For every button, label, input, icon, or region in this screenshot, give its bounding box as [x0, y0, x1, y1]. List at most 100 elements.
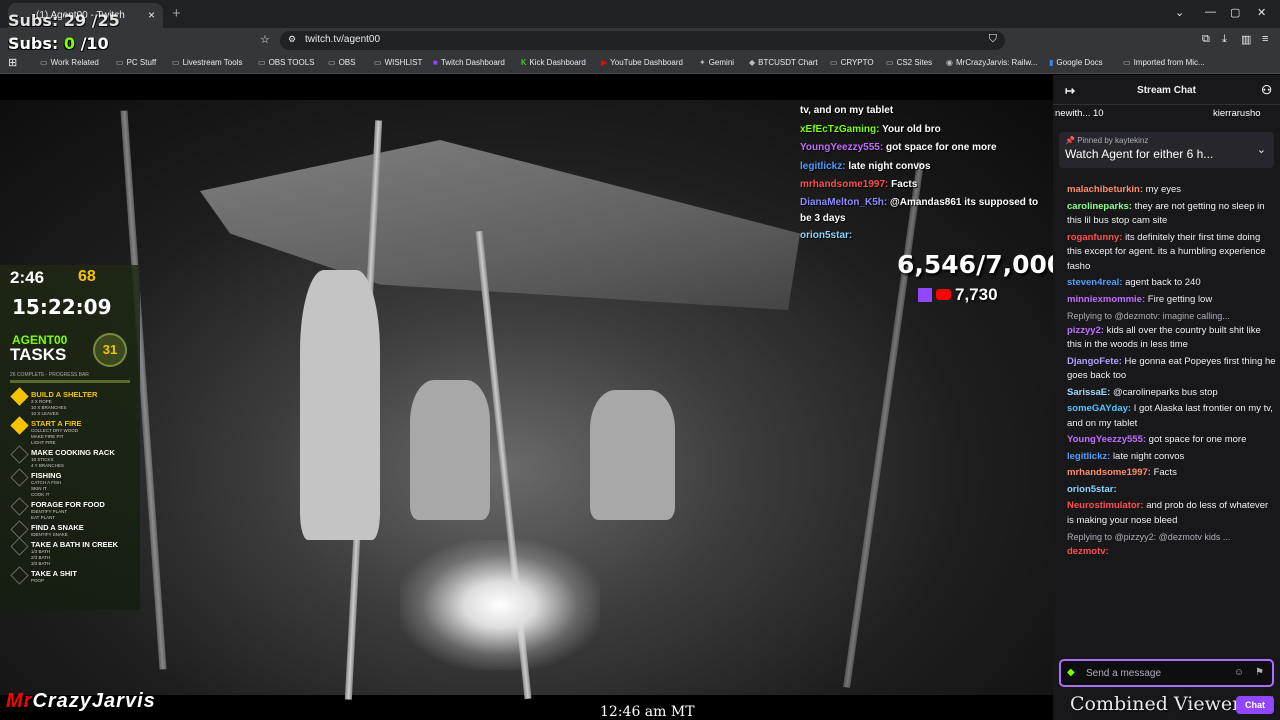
- chat-username[interactable]: roganfunny:: [1067, 232, 1122, 243]
- overlay-chat-user: xEfEcTzGaming:: [800, 123, 880, 135]
- chat-message[interactable]: steven4real: agent back to 240: [1067, 276, 1277, 291]
- shelter-roof: [200, 140, 800, 310]
- menu-icon[interactable]: ≡: [1262, 33, 1268, 45]
- chat-username[interactable]: mrhandsome1997:: [1067, 467, 1151, 478]
- chat-message[interactable]: carolineparks: they are not getting no s…: [1067, 200, 1277, 229]
- bookmark-work[interactable]: ▭ Work Related: [40, 58, 99, 67]
- chat-message[interactable]: orion5star:: [1067, 483, 1277, 498]
- chat-message[interactable]: SarissaE: @carolineparks bus stop: [1067, 386, 1277, 401]
- chat-text: late night convos: [1112, 450, 1185, 462]
- chat-username[interactable]: someGAYday:: [1067, 403, 1131, 414]
- task-diamond-icon: [10, 497, 29, 516]
- task-title: START A FIRE: [31, 419, 82, 428]
- chat-username[interactable]: SarissaE:: [1067, 387, 1110, 398]
- brave-shield-icon[interactable]: ⛉: [989, 33, 997, 46]
- bookmark-kick-dash[interactable]: K Kick Dashboard: [521, 58, 586, 67]
- chat-username[interactable]: malachibeturkin:: [1067, 184, 1143, 195]
- chat-message[interactable]: legitlickz: late night convos: [1067, 450, 1277, 465]
- sidebar-icon[interactable]: ▥: [1241, 33, 1251, 46]
- chat-header: ↦ Stream Chat ⚇: [1053, 75, 1280, 105]
- kick-icon: K: [521, 58, 527, 67]
- bookmark-obs-tools[interactable]: ▭ OBS TOOLS: [258, 58, 315, 67]
- new-tab-icon[interactable]: +: [172, 5, 181, 22]
- maximize-icon[interactable]: ▢: [1230, 6, 1240, 19]
- emote-icon[interactable]: ☺: [1234, 667, 1244, 678]
- task-item: MAKE COOKING RACK 10 STICKS 4 Y BRANCHES: [10, 445, 138, 469]
- chat-username[interactable]: Neurostimulator:: [1067, 500, 1144, 511]
- users-icon[interactable]: ⚇: [1261, 83, 1272, 97]
- bookmark-gemini[interactable]: ✦ Gemini: [699, 58, 734, 67]
- chat-username[interactable]: carolineparks:: [1067, 201, 1132, 212]
- collapse-chat-icon[interactable]: ↦: [1065, 84, 1075, 98]
- bookmark-twitch-dash[interactable]: ■ Twitch Dashboard: [433, 58, 505, 67]
- chevron-down-icon[interactable]: ⌄: [1257, 143, 1266, 156]
- apps-grid-icon[interactable]: ⊞: [8, 56, 17, 69]
- url-field[interactable]: ⚙ twitch.tv/agent00 ⛉: [280, 31, 1005, 50]
- brand-mr: Mr: [6, 690, 33, 712]
- twitch-icon: ■: [433, 58, 438, 67]
- chat-username[interactable]: DjangoFete:: [1067, 356, 1122, 367]
- task-diamond-icon: [10, 566, 29, 585]
- overlay-chat-line: tv, and on my tablet: [800, 102, 1050, 121]
- subs-count: 0: [63, 34, 75, 53]
- bookmark-google-docs[interactable]: ▮ Google Docs: [1049, 58, 1103, 67]
- chat-message[interactable]: malachibeturkin: my eyes: [1067, 183, 1277, 198]
- reply-context[interactable]: Replying to @pizzyy2: @dezmotv kids ...: [1067, 530, 1277, 545]
- reply-context[interactable]: Replying to @dezmotv: imagine calling...: [1067, 309, 1277, 324]
- chat-username[interactable]: minniexmommie:: [1067, 294, 1145, 305]
- bookmark-imported[interactable]: ▭ Imported from Mic...: [1123, 58, 1205, 67]
- day-badge: 31: [93, 333, 127, 367]
- badge-icon[interactable]: ◆: [1067, 667, 1075, 678]
- task-title: FORAGE FOR FOOD: [31, 500, 105, 509]
- close-tab-icon[interactable]: ×: [148, 8, 155, 22]
- chat-username[interactable]: steven4real:: [1067, 277, 1122, 288]
- download-icon[interactable]: ⤓: [1222, 33, 1227, 46]
- bookmark-btc[interactable]: ◆ BTCUSDT Chart: [749, 58, 818, 67]
- bookmark-pc[interactable]: ▭ PC Stuff: [116, 58, 156, 67]
- chat-message[interactable]: mrhandsome1997: Facts: [1067, 466, 1277, 481]
- bookmark-crypto[interactable]: ▭ CRYPTO: [830, 58, 874, 67]
- chat-username[interactable]: pizzyy2:: [1067, 325, 1104, 336]
- chat-message[interactable]: Neurostimulator: and prob do less of wha…: [1067, 499, 1277, 528]
- chat-username[interactable]: dezmotv:: [1067, 546, 1109, 557]
- chat-send-button[interactable]: Chat: [1236, 696, 1274, 714]
- bits-icon[interactable]: ⚑: [1255, 667, 1264, 678]
- chat-message[interactable]: someGAYday: I got Alaska last frontier o…: [1067, 402, 1277, 431]
- chat-message[interactable]: minniexmommie: Fire getting low: [1067, 293, 1277, 308]
- stream-video[interactable]: tv, and on my tablet xEfEcTzGaming: Your…: [0, 75, 1053, 720]
- chat-username[interactable]: YoungYeezzy555:: [1067, 434, 1146, 445]
- overlay-chat-line: YoungYeezzy555: got space for one more: [800, 139, 1050, 158]
- chat-message[interactable]: YoungYeezzy555: got space for one more: [1067, 433, 1277, 448]
- bookmark-cs2[interactable]: ▭ CS2 Sites: [886, 58, 932, 67]
- close-window-icon[interactable]: ✕: [1257, 6, 1266, 19]
- bookmark-label: CS2 Sites: [896, 58, 933, 67]
- bookmark-obs[interactable]: ▭ OBS: [328, 58, 355, 67]
- bookmark-star-icon[interactable]: ☆: [260, 33, 270, 46]
- bookmark-railway[interactable]: ◉ MrCrazyJarvis: Railw...: [946, 58, 1037, 67]
- bookmark-livestream[interactable]: ▭ Livestream Tools: [172, 58, 242, 67]
- railway-icon: ◉: [946, 58, 953, 67]
- chat-title: Stream Chat: [1137, 85, 1196, 96]
- chat-text: my eyes: [1145, 184, 1182, 195]
- chat-message[interactable]: DjangoFete: He gonna eat Popeyes first t…: [1067, 355, 1277, 384]
- overlay-chat-line: xEfEcTzGaming: Your old bro: [800, 121, 1050, 140]
- chat-message[interactable]: roganfunny: its definitely their first t…: [1067, 231, 1277, 275]
- chat-username[interactable]: legitlickz:: [1067, 451, 1110, 462]
- brand-name: CrazyJarvis: [32, 690, 156, 712]
- chat-message[interactable]: Replying to @dezmotv: imagine calling...…: [1067, 309, 1277, 353]
- chevron-down-icon[interactable]: ⌄: [1175, 6, 1184, 19]
- chat-top-strip: newith... 10 kierrarusho: [1053, 106, 1280, 124]
- task-diamond-icon: [10, 537, 29, 556]
- chat-input[interactable]: ◆ Send a message ☺ ⚑: [1059, 659, 1274, 687]
- bookmark-wishlist[interactable]: ▭ WISHLIST: [374, 58, 422, 67]
- overlay-chat-text: tv, and on my tablet: [800, 105, 894, 116]
- pinned-message[interactable]: 📌 Pinned by kaytekinz Watch Agent for ei…: [1059, 132, 1274, 168]
- bookmark-youtube-dash[interactable]: ▶ YouTube Dashboard: [601, 58, 683, 67]
- site-info-icon[interactable]: ⚙: [288, 34, 296, 45]
- chat-username[interactable]: orion5star:: [1067, 484, 1117, 495]
- task-title: TAKE A SHIT: [31, 569, 77, 578]
- minimize-icon[interactable]: —: [1205, 6, 1216, 18]
- extensions-icon[interactable]: ⧉: [1202, 33, 1210, 46]
- chat-message[interactable]: Replying to @pizzyy2: @dezmotv kids ... d…: [1067, 530, 1277, 559]
- stream-chat-overlay: tv, and on my tablet xEfEcTzGaming: Your…: [800, 102, 1050, 245]
